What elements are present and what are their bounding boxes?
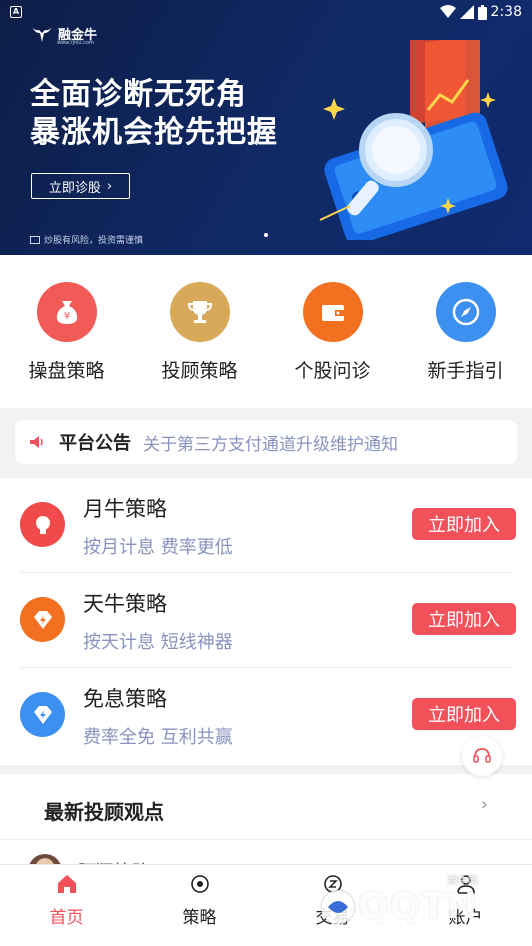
wallet-icon	[302, 282, 363, 342]
customer-service-button[interactable]	[462, 736, 502, 776]
section-title: 最新投顾观点	[44, 800, 164, 824]
watermark-logo-icon	[320, 889, 356, 924]
lightbulb-icon	[20, 502, 65, 547]
headset-icon	[473, 748, 491, 763]
diamond-icon	[20, 692, 65, 737]
diagnose-now-button[interactable]: 立即诊股 ›	[31, 173, 130, 199]
banner-headline: 全面诊断无死角 暴涨机会抢先把握	[30, 76, 278, 152]
notice-title: 平台公告	[59, 433, 131, 454]
strategy-desc: 费率全免 互利共赢	[83, 727, 233, 748]
watermark-tag: 腾牛网	[447, 876, 478, 887]
strategy-list: 月牛策略 按月计息 费率更低 立即加入 天牛策略 按天计息 短线神器 立即加入 …	[0, 478, 532, 765]
watermark-text: QQTN	[358, 886, 478, 927]
money-bag-icon: ¥	[36, 282, 97, 342]
compass-icon	[435, 282, 496, 342]
join-now-button[interactable]: 立即加入	[412, 603, 516, 635]
disclaimer-icon	[30, 235, 40, 244]
status-time: 2:38	[490, 4, 522, 20]
cta-label: 立即诊股	[48, 180, 101, 196]
quick-menu: ¥ 操盘策略 投顾策略 个股问诊 新手指引	[0, 255, 532, 408]
latest-opinions-section: 最新投顾观点 › 阿狸策略	[0, 774, 532, 888]
menu-trading-strategy[interactable]: ¥ 操盘策略	[12, 282, 122, 408]
magnifier-phone-illustration-icon	[319, 40, 508, 240]
join-now-button[interactable]: 立即加入	[412, 698, 516, 730]
strategy-row-monthly[interactable]: 月牛策略 按月计息 费率更低 立即加入	[20, 478, 516, 573]
carousel-indicator	[264, 233, 268, 237]
tab-label: 首页	[49, 908, 84, 928]
battery-icon	[477, 4, 487, 20]
risk-text: 炒股有风险，投资需谨慎	[44, 236, 144, 246]
site-watermark: QQTN 腾牛网	[318, 876, 478, 927]
chevron-right-icon: ›	[480, 794, 488, 815]
signal-icon	[459, 5, 474, 19]
menu-label: 投顾策略	[161, 360, 238, 382]
headline-line2: 暴涨机会抢先把握	[30, 115, 278, 150]
menu-label: 操盘策略	[28, 360, 105, 382]
speaker-icon	[30, 436, 43, 448]
tab-label: 策略	[182, 908, 217, 928]
strategy-row-daily[interactable]: 天牛策略 按天计息 短线神器 立即加入	[20, 573, 516, 668]
tab-home[interactable]: 首页	[12, 865, 122, 946]
opinions-header[interactable]: 最新投顾观点 ›	[0, 774, 532, 840]
lightning-icon	[20, 597, 65, 642]
strategy-title: 免息策略	[83, 687, 167, 711]
strategy-title: 天牛策略	[83, 592, 167, 616]
bull-logo-icon	[32, 26, 52, 42]
menu-stock-diagnosis[interactable]: 个股问诊	[278, 282, 388, 408]
strategy-row-interest-free[interactable]: 免息策略 费率全免 互利共赢 立即加入	[20, 668, 516, 763]
strategy-title: 月牛策略	[83, 497, 167, 521]
target-icon	[190, 875, 209, 893]
tab-strategy[interactable]: 策略	[145, 865, 255, 946]
promo-banner[interactable]: 融金牛 www.rjniu.com 全面诊断无死角 暴涨机会抢先把握 立即诊股 …	[0, 0, 532, 255]
risk-disclaimer: 炒股有风险，投资需谨慎	[30, 233, 143, 246]
notification-icon: A	[10, 6, 22, 18]
join-now-button[interactable]: 立即加入	[412, 508, 516, 540]
notice-text: 关于第三方支付通道升级维护通知	[143, 434, 398, 455]
menu-label: 新手指引	[427, 360, 504, 382]
platform-notice-bar[interactable]: 平台公告 关于第三方支付通道升级维护通知	[15, 420, 517, 464]
wifi-icon	[439, 5, 456, 18]
menu-label: 个股问诊	[294, 360, 371, 382]
menu-advisor-strategy[interactable]: 投顾策略	[145, 282, 255, 408]
logo-subtext: www.rjniu.com	[57, 40, 94, 46]
home-icon	[57, 875, 76, 893]
trophy-icon	[169, 282, 230, 342]
chevron-right-icon: ›	[106, 178, 113, 194]
strategy-desc: 按天计息 短线神器	[83, 632, 233, 653]
menu-beginner-guide[interactable]: 新手指引	[411, 282, 521, 408]
strategy-desc: 按月计息 费率更低	[83, 537, 233, 558]
headline-line1: 全面诊断无死角	[30, 77, 247, 112]
status-bar: A 2:38	[0, 0, 532, 24]
svg-text:¥: ¥	[63, 311, 69, 322]
